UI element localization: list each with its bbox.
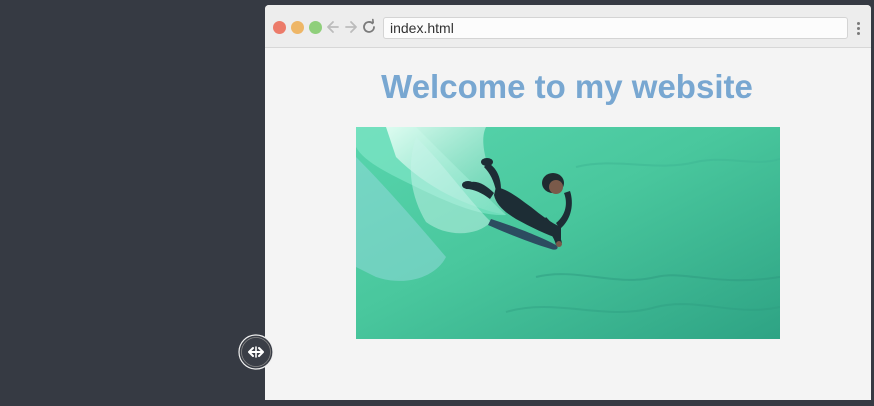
horizontal-resize-cursor xyxy=(238,334,274,370)
minimize-window-button[interactable] xyxy=(291,21,304,34)
reload-button[interactable] xyxy=(361,17,377,37)
kebab-menu-icon[interactable] xyxy=(855,22,861,36)
surfer-image xyxy=(356,127,780,339)
arrow-left-icon xyxy=(327,21,339,33)
forward-button[interactable] xyxy=(343,17,359,37)
maximize-window-button[interactable] xyxy=(309,21,322,34)
arrow-right-icon xyxy=(345,21,357,33)
back-button[interactable] xyxy=(325,17,341,37)
web-page: Welcome to my website xyxy=(265,48,871,400)
address-bar[interactable]: index.html xyxy=(383,17,848,39)
address-text: index.html xyxy=(390,20,454,36)
reload-icon xyxy=(363,18,375,33)
page-heading: Welcome to my website xyxy=(381,68,753,105)
browser-toolbar: index.html xyxy=(265,5,871,48)
browser-window: index.html Welcome to my website xyxy=(265,5,871,400)
close-window-button[interactable] xyxy=(273,21,286,34)
desktop: index.html Welcome to my website xyxy=(0,0,874,406)
